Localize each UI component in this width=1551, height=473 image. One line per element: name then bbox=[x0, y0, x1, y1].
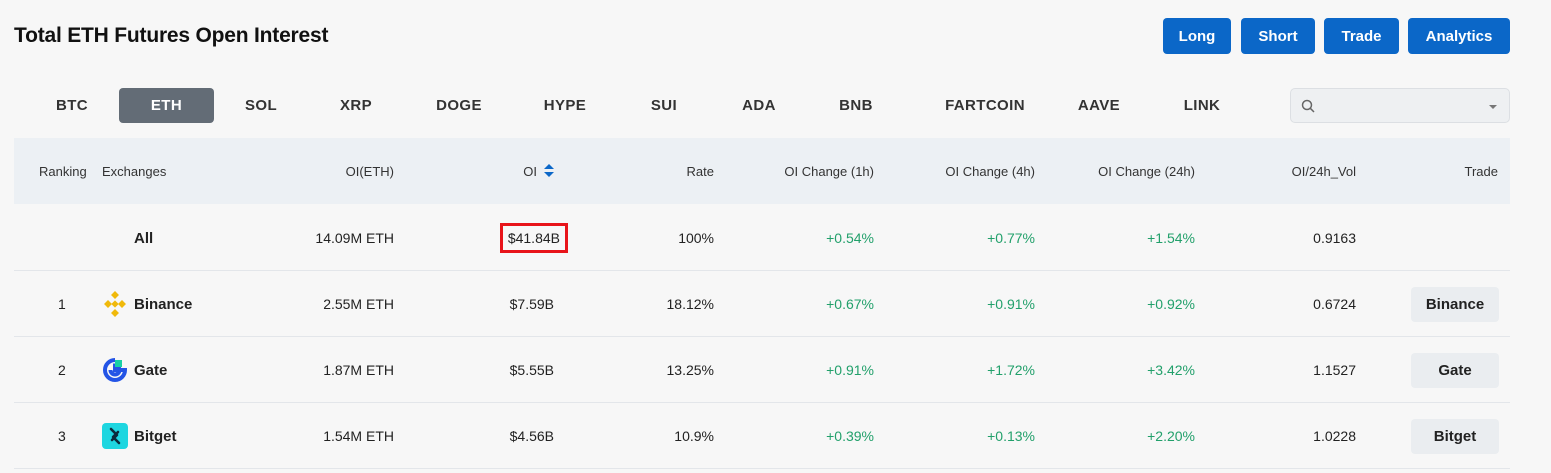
tab-xrp[interactable]: XRP bbox=[324, 88, 388, 123]
oi-change-1h-value: +0.67% bbox=[826, 296, 874, 312]
table-header: Ranking Exchanges OI(ETH) OI Rate OI Cha… bbox=[14, 138, 1510, 204]
oi-vol-value: 0.6724 bbox=[1313, 296, 1356, 312]
trade-binance-button[interactable]: Binance bbox=[1411, 287, 1499, 322]
ranking-value: 3 bbox=[58, 428, 66, 444]
oi-change-4h-value: +1.72% bbox=[987, 362, 1035, 378]
oi-value-highlighted: $41.84B bbox=[499, 223, 568, 253]
rate-value: 10.9% bbox=[674, 428, 714, 444]
trade-gate-button[interactable]: Gate bbox=[1411, 353, 1499, 388]
trade-button[interactable]: Trade bbox=[1324, 18, 1399, 54]
long-button[interactable]: Long bbox=[1163, 18, 1231, 54]
oi-eth-value: 1.54M ETH bbox=[323, 428, 394, 444]
tab-sui[interactable]: SUI bbox=[634, 88, 694, 123]
tab-bnb[interactable]: BNB bbox=[825, 88, 887, 123]
col-oi-eth[interactable]: OI(ETH) bbox=[294, 138, 394, 204]
col-oi-change-24h[interactable]: OI Change (24h) bbox=[1044, 138, 1195, 204]
oi-value-cell: $41.84B bbox=[444, 205, 568, 271]
exchange-name: Binance bbox=[134, 295, 193, 313]
oi-change-24h-value: +1.54% bbox=[1147, 230, 1195, 246]
oi-change-24h-value: +2.20% bbox=[1147, 428, 1195, 444]
table-row: 2 Gate 1.87M ETH $5.55B 13.25% +0.91% +1… bbox=[14, 337, 1510, 403]
rate-value: 100% bbox=[678, 230, 714, 246]
table-row: 1 Binance 2.55M ETH $7.59B 18.12% +0.67%… bbox=[14, 271, 1510, 337]
col-oi-label: OI bbox=[523, 163, 537, 179]
gate-logo-icon bbox=[103, 358, 128, 382]
rate-value: 13.25% bbox=[666, 362, 714, 378]
oi-value: $4.56B bbox=[509, 428, 554, 444]
oi-change-1h-value: +0.91% bbox=[826, 362, 874, 378]
oi-vol-value: 1.1527 bbox=[1313, 362, 1356, 378]
exchange-name: Gate bbox=[134, 361, 168, 379]
oi-change-24h-value: +0.92% bbox=[1147, 296, 1195, 312]
col-ranking[interactable]: Ranking bbox=[39, 138, 87, 204]
col-oi-change-1h[interactable]: OI Change (1h) bbox=[734, 138, 874, 204]
tab-link[interactable]: LINK bbox=[1170, 88, 1234, 123]
trade-bitget-button[interactable]: Bitget bbox=[1411, 419, 1499, 454]
oi-change-4h-value: +0.13% bbox=[987, 428, 1035, 444]
rate-value: 18.12% bbox=[666, 296, 714, 312]
tab-sol[interactable]: SOL bbox=[229, 88, 293, 123]
tab-eth[interactable]: ETH bbox=[119, 88, 214, 123]
exchange-cell[interactable]: Gate bbox=[102, 337, 167, 403]
oi-change-4h-value: +0.77% bbox=[987, 230, 1035, 246]
search-icon bbox=[1301, 99, 1315, 113]
exchange-cell[interactable]: Bitget bbox=[102, 403, 177, 469]
col-oi-change-4h[interactable]: OI Change (4h) bbox=[894, 138, 1035, 204]
oi-value: $5.55B bbox=[509, 362, 554, 378]
oi-eth-value: 2.55M ETH bbox=[323, 296, 394, 312]
col-rate[interactable]: Rate bbox=[614, 138, 714, 204]
bitget-logo-icon bbox=[102, 423, 128, 449]
ranking-value: 1 bbox=[58, 296, 66, 312]
oi-change-1h-value: +0.39% bbox=[826, 428, 874, 444]
col-exchanges[interactable]: Exchanges bbox=[102, 138, 166, 204]
oi-change-4h-value: +0.91% bbox=[987, 296, 1035, 312]
coin-search-select[interactable] bbox=[1290, 88, 1510, 123]
oi-change-1h-value: +0.54% bbox=[826, 230, 874, 246]
table-row: 3 Bitget 1.54M ETH $4.56B 10.9% +0.39% +… bbox=[14, 403, 1510, 469]
page-title: Total ETH Futures Open Interest bbox=[14, 24, 329, 47]
tab-fartcoin[interactable]: FARTCOIN bbox=[925, 88, 1045, 123]
exchange-cell[interactable]: Binance bbox=[102, 271, 192, 337]
tab-doge[interactable]: DOGE bbox=[425, 88, 493, 123]
search-input[interactable] bbox=[1321, 95, 1481, 117]
col-oi[interactable]: OI bbox=[444, 138, 554, 204]
col-trade: Trade bbox=[1464, 163, 1498, 179]
table-row-all: All 14.09M ETH $41.84B 100% +0.54% +0.77… bbox=[14, 205, 1510, 271]
exchange-name: All bbox=[134, 229, 154, 247]
tab-aave[interactable]: AAVE bbox=[1066, 88, 1132, 123]
short-button[interactable]: Short bbox=[1241, 18, 1315, 54]
sort-icon[interactable] bbox=[544, 164, 554, 178]
oi-eth-value: 1.87M ETH bbox=[323, 362, 394, 378]
chevron-down-icon[interactable] bbox=[1489, 105, 1497, 109]
tab-hype[interactable]: HYPE bbox=[530, 88, 600, 123]
oi-value: $7.59B bbox=[509, 296, 554, 312]
col-oi-24h-vol[interactable]: OI/24h_Vol bbox=[1214, 138, 1356, 204]
tab-btc[interactable]: BTC bbox=[40, 88, 104, 123]
tab-ada[interactable]: ADA bbox=[728, 88, 790, 123]
oi-change-24h-value: +3.42% bbox=[1147, 362, 1195, 378]
oi-vol-value: 1.0228 bbox=[1313, 428, 1356, 444]
analytics-button[interactable]: Analytics bbox=[1408, 18, 1510, 54]
exchange-name: Bitget bbox=[134, 427, 177, 445]
oi-vol-value: 0.9163 bbox=[1313, 230, 1356, 246]
binance-logo-icon bbox=[104, 291, 126, 317]
oi-eth-value: 14.09M ETH bbox=[315, 230, 394, 246]
ranking-value: 2 bbox=[58, 362, 66, 378]
